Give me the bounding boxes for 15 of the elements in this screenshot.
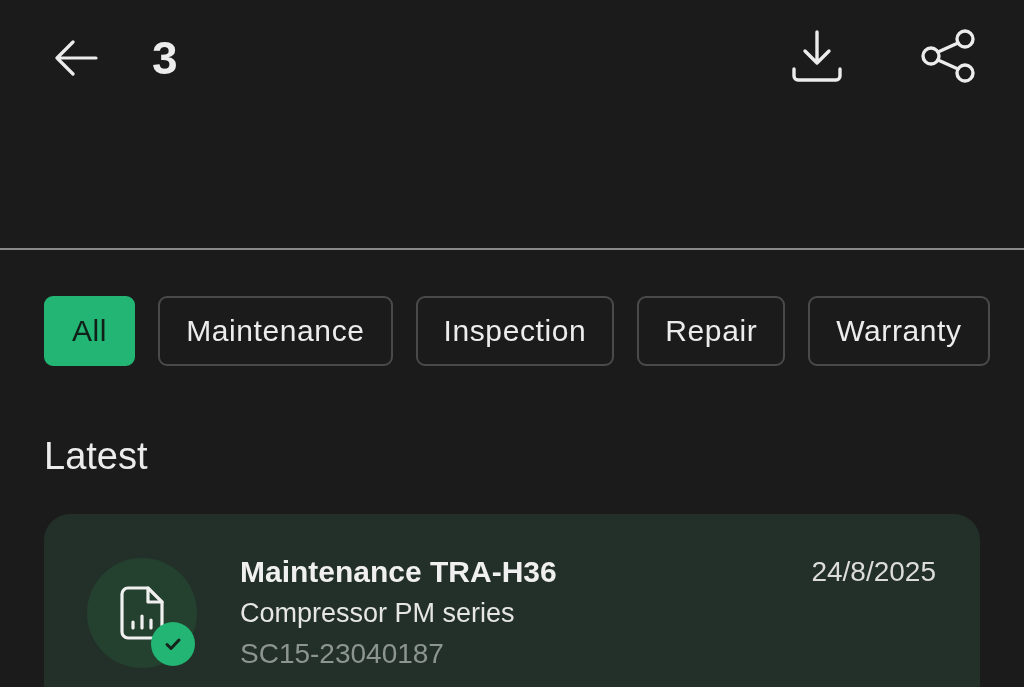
record-card[interactable]: Maintenance TRA-H36 Compressor PM series SC15-23040187 24/8/2025 xyxy=(44,514,980,687)
filter-chip[interactable]: Inspection xyxy=(415,296,615,366)
page-title: 3 xyxy=(152,35,178,81)
filter-chip[interactable]: Maintenance xyxy=(158,296,393,366)
section-heading: Latest xyxy=(44,434,148,478)
record-title: Maintenance TRA-H36 xyxy=(240,554,558,590)
download-icon[interactable] xyxy=(792,30,842,82)
filter-chip[interactable]: Warranty xyxy=(808,296,990,366)
filter-chip[interactable]: Repair xyxy=(637,296,786,366)
record-code: SC15-23040187 xyxy=(240,637,445,671)
filter-chip[interactable]: All xyxy=(44,296,136,366)
back-arrow-icon[interactable] xyxy=(54,40,98,76)
record-date: 24/8/2025 xyxy=(811,555,936,589)
record-subtitle: Compressor PM series xyxy=(240,597,516,630)
share-icon[interactable] xyxy=(920,29,976,83)
